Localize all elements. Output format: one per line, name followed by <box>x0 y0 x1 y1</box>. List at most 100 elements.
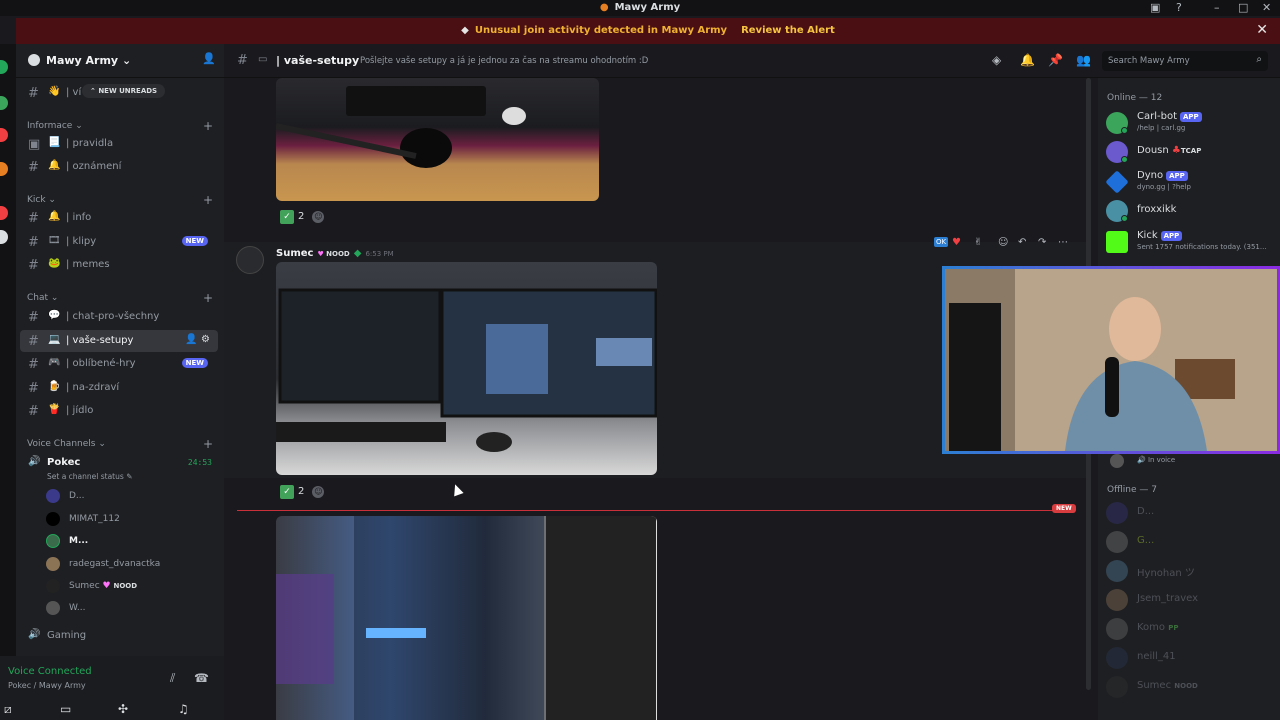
channel-chat-pro-vsechny[interactable]: # 💬 | chat-pro-všechny <box>20 306 218 328</box>
soundboard-icon[interactable]: ♫ <box>178 702 189 716</box>
voice-location[interactable]: Pokec / Mawy Army <box>8 681 86 690</box>
setup-image-1[interactable] <box>276 78 599 201</box>
channel-sidebar: Mawy Army ⌄ 👤 # 👋 | ví ⌃ NEW UNREADS Inf… <box>16 44 224 664</box>
channel-info[interactable]: # 🔔 | info <box>20 207 218 229</box>
search-icon: ⌕ <box>1256 54 1262 65</box>
add-channel-icon[interactable]: + <box>203 119 213 133</box>
check-icon: ✓ <box>280 210 294 224</box>
pin-icon[interactable]: 📌 <box>1048 53 1063 67</box>
maximize-button[interactable]: □ <box>1238 1 1248 14</box>
streamer-webcam-overlay <box>942 266 1280 454</box>
hash-icon: # <box>28 211 39 226</box>
reaction-bar[interactable]: ✓ 2 ☺ <box>280 210 325 224</box>
channel-pravidla[interactable]: ▣ 📃 | pravidla <box>20 133 218 155</box>
ok-reaction-button[interactable]: OK <box>934 237 949 247</box>
member-item[interactable]: Komo PP <box>1106 616 1276 642</box>
category-kick[interactable]: Kick ⌄ + <box>27 193 213 207</box>
members-icon[interactable]: 👥 <box>1076 53 1091 67</box>
member-item[interactable]: Carl-bot APP/help | carl.gg <box>1106 110 1276 136</box>
channel-memes[interactable]: # 🐸 | memes <box>20 254 218 276</box>
noise-suppression-icon[interactable]: ⫽ <box>170 671 175 686</box>
disconnect-icon[interactable]: ☎ <box>194 671 209 685</box>
reaction-bar[interactable]: ✓ 2 ☺ <box>280 485 325 499</box>
close-icon[interactable]: ✕ <box>1256 22 1268 38</box>
emoji-icon[interactable]: ✌ <box>974 237 982 248</box>
channel-status[interactable]: Set a channel status ✎ <box>47 472 132 481</box>
member-item[interactable]: Dyno APP dyno.gg | ?help <box>1105 169 1276 195</box>
camera-icon[interactable]: ⧄ <box>4 702 12 717</box>
member-item[interactable]: G... <box>1106 529 1276 555</box>
channel-klipy[interactable]: # 🎞 | klipy NEW <box>20 231 218 253</box>
help-icon[interactable]: ? <box>1176 1 1182 14</box>
server-header[interactable]: Mawy Army ⌄ 👤 <box>16 44 224 78</box>
channel-settings-icons[interactable]: 👤 ⚙ <box>185 334 210 345</box>
minimize-button[interactable]: – <box>1214 1 1220 14</box>
close-window-button[interactable]: ✕ <box>1262 1 1271 14</box>
add-channel-icon[interactable]: + <box>203 193 213 207</box>
add-reaction-icon[interactable]: ☺ <box>312 211 325 223</box>
check-icon: ✓ <box>280 485 294 499</box>
category-chat[interactable]: Chat ⌄ + <box>27 291 213 305</box>
hash-icon: # <box>28 258 39 273</box>
avatar <box>46 579 60 593</box>
member-item[interactable]: D... <box>1106 500 1276 526</box>
server-icon[interactable] <box>0 206 8 220</box>
channel-vase-setupy[interactable]: # 💻 | vaše-setupy 👤 ⚙ <box>20 330 218 352</box>
add-reaction-icon[interactable]: ☺ <box>998 237 1008 248</box>
setup-image-3[interactable] <box>276 516 657 720</box>
avatar <box>46 601 60 615</box>
pc-glass-panel <box>354 516 544 720</box>
member-item[interactable]: Jsem_travex <box>1106 587 1276 613</box>
inbox-icon[interactable]: ▣ <box>1150 1 1160 14</box>
video-tile <box>596 338 652 366</box>
add-channel-icon[interactable]: + <box>203 291 213 305</box>
member-item[interactable]: Dousn ♣TCAP <box>1106 139 1276 165</box>
mouse <box>476 432 512 452</box>
message-timestamp: 6:53 PM <box>365 250 394 258</box>
member-item[interactable]: Hynohan ツ <box>1106 558 1276 584</box>
reply-icon[interactable]: ↶ <box>1018 237 1026 248</box>
member-item[interactable]: Sumec NOOD <box>1106 674 1276 700</box>
message-author[interactable]: Sumec ♥ NOOD ◆ 6:53 PM <box>276 248 394 259</box>
more-icon[interactable]: ⋯ <box>1058 237 1068 248</box>
server-icon[interactable] <box>0 128 8 142</box>
add-channel-icon[interactable]: + <box>203 437 213 451</box>
search-input[interactable]: Search Mawy Army ⌕ <box>1102 51 1268 71</box>
channel-oznameni[interactable]: # 🔔 | oznámení <box>20 156 218 178</box>
invite-people-icon[interactable]: 👤 <box>202 52 216 65</box>
activities-icon[interactable]: ✣ <box>118 702 128 716</box>
server-icon[interactable] <box>0 60 8 74</box>
server-icon[interactable] <box>0 96 8 110</box>
new-badge: NEW <box>181 236 208 246</box>
channel-label: | ví <box>66 87 82 98</box>
avatar <box>46 534 60 548</box>
heart-icon[interactable]: ♥ <box>952 237 961 248</box>
review-alert-link[interactable]: Review the Alert <box>741 25 835 36</box>
channel-na-zdravi[interactable]: # 🍺 | na-zdraví <box>20 377 218 399</box>
setup-image-2[interactable] <box>276 262 657 475</box>
category-voice[interactable]: Voice Channels ⌄ + <box>27 437 213 451</box>
threads-icon[interactable]: ◈ <box>992 53 1001 67</box>
avatar[interactable] <box>236 246 264 274</box>
bell-icon[interactable]: 🔔 <box>1020 53 1035 67</box>
hash-icon: # <box>28 235 39 250</box>
hash-icon: # <box>28 86 39 101</box>
server-icon[interactable] <box>0 230 8 244</box>
mic-arm <box>276 123 417 159</box>
voice-channel-pokec[interactable]: 🔊 Pokec 24:53 <box>20 452 218 474</box>
avatar <box>46 489 60 503</box>
member-item[interactable]: neill_41 <box>1106 645 1276 671</box>
setup-photo-2 <box>276 288 657 452</box>
member-item[interactable]: froxxikk <box>1106 198 1276 224</box>
server-icon[interactable] <box>0 162 8 176</box>
channel-topic[interactable]: Pošlejte vaše setupy a já je jednou za č… <box>360 56 648 66</box>
screen-share-icon[interactable]: ▭ <box>60 702 71 716</box>
channel-oblibene-hry[interactable]: # 🎮 | oblíbené-hry NEW <box>20 353 218 375</box>
member-item[interactable]: Kick APP Sent 1757 notifications today. (3… <box>1106 229 1276 255</box>
add-reaction-icon[interactable]: ☺ <box>312 486 325 498</box>
channel-jidlo[interactable]: # 🍟 | jídlo <box>20 400 218 422</box>
forward-icon[interactable]: ↷ <box>1038 237 1046 248</box>
new-unreads-pill[interactable]: ⌃ NEW UNREADS <box>82 84 166 98</box>
category-informace[interactable]: Informace ⌄ + <box>27 119 213 133</box>
voice-channel-gaming[interactable]: 🔊 Gaming <box>20 625 218 647</box>
